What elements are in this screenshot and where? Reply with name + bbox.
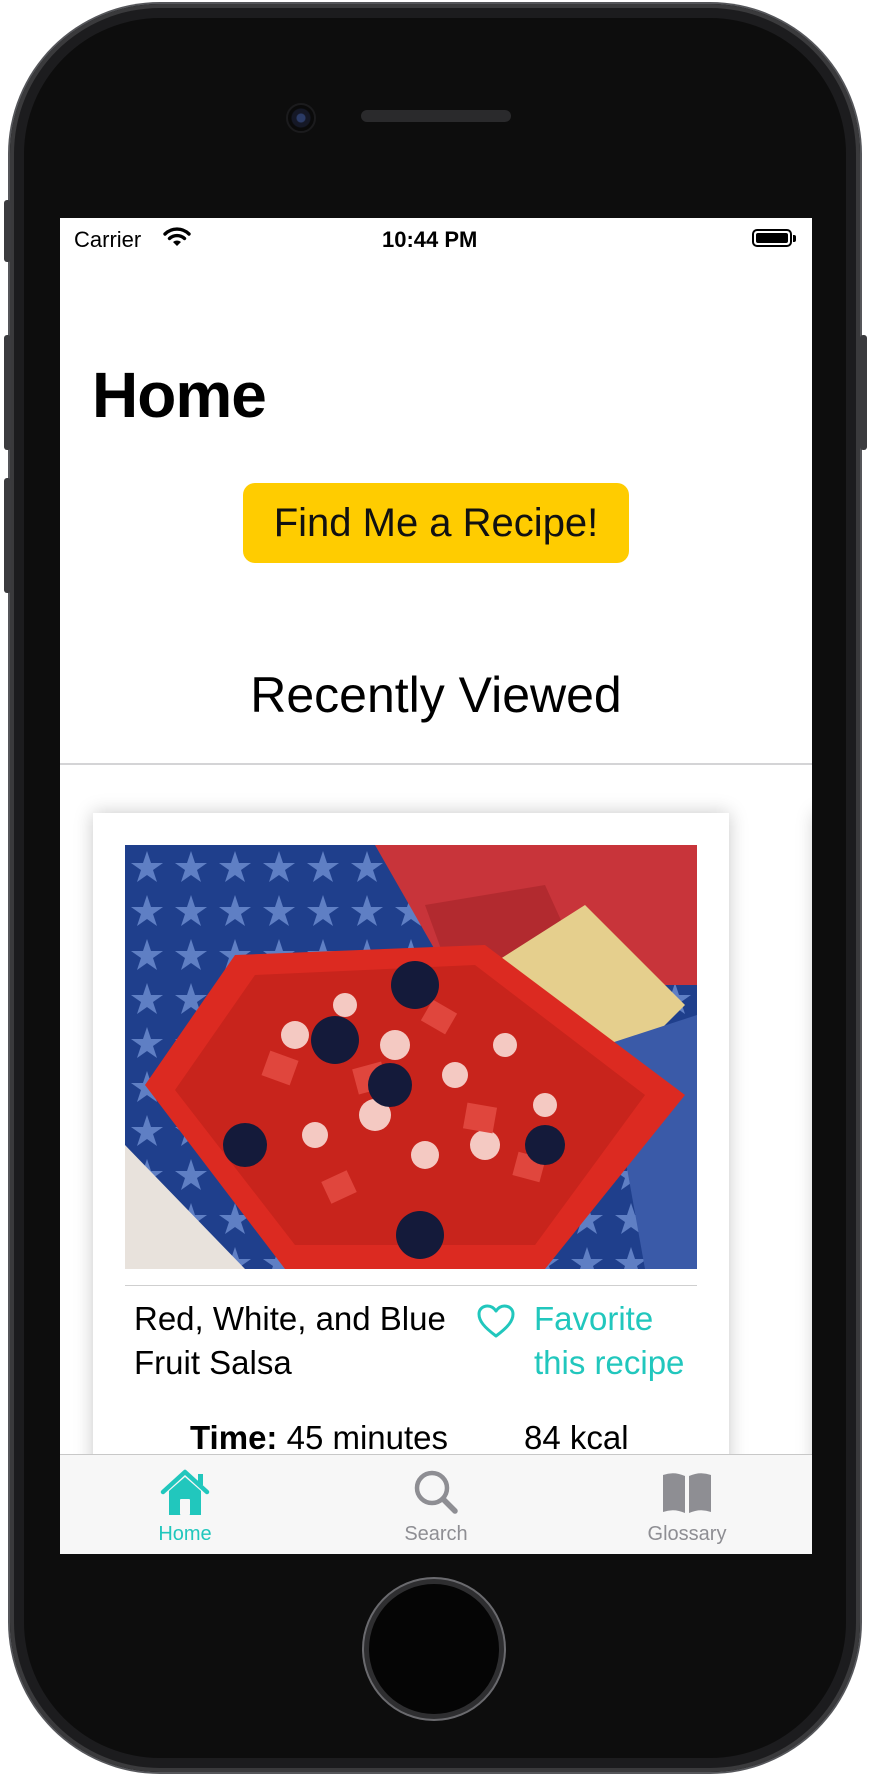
volume-down-button — [4, 478, 11, 593]
ringer-switch — [4, 200, 11, 262]
page-title: Home — [92, 359, 267, 431]
time-label: Time: — [190, 1419, 278, 1456]
favorite-recipe-link[interactable]: Favorite this recipe — [534, 1297, 704, 1385]
tab-search[interactable]: Search — [311, 1455, 561, 1554]
house-icon — [160, 1469, 210, 1515]
power-button — [860, 335, 867, 450]
carrier-label: Carrier — [74, 227, 142, 252]
heart-outline-icon[interactable] — [476, 1303, 516, 1339]
book-icon — [663, 1473, 711, 1513]
recipe-title[interactable]: Red, White, and Blue Fruit Salsa — [134, 1297, 464, 1385]
recently-viewed-carousel[interactable]: Red, White, and Blue Fruit Salsa Favorit… — [60, 765, 812, 1472]
time-value: 45 minutes — [286, 1419, 449, 1456]
status-time: 10:44 PM — [382, 227, 478, 252]
battery-icon — [752, 229, 796, 247]
wifi-icon — [163, 227, 191, 246]
recipe-photo[interactable] — [125, 845, 697, 1269]
recipe-time: Time: 45 minutes — [190, 1419, 448, 1457]
earpiece-speaker — [361, 110, 511, 122]
tab-home-label: Home — [158, 1523, 212, 1545]
tab-glossary-label: Glossary — [647, 1523, 727, 1545]
recently-viewed-heading: Recently Viewed — [250, 667, 622, 723]
status-bar: Carrier 10:44 PM — [60, 218, 812, 262]
find-recipe-button[interactable]: Find Me a Recipe! — [243, 483, 629, 563]
tab-glossary[interactable]: Glossary — [562, 1455, 812, 1554]
volume-up-button — [4, 335, 11, 450]
card-divider — [125, 1285, 697, 1286]
tab-home[interactable]: Home — [60, 1455, 310, 1554]
magnifier-icon — [414, 1470, 458, 1514]
phone-frame: Carrier 10:44 PM Home Find Me a Recipe! … — [0, 0, 871, 1776]
front-camera — [286, 103, 316, 133]
tab-search-label: Search — [404, 1523, 468, 1545]
recipe-calories: 84 kcal — [524, 1419, 629, 1456]
app-screen: Carrier 10:44 PM Home Find Me a Recipe! … — [60, 218, 812, 1554]
tab-bar: Home Search Glossary — [60, 1454, 812, 1554]
hardware-home-button[interactable] — [369, 1584, 499, 1714]
recipe-card[interactable]: Red, White, and Blue Fruit Salsa Favorit… — [93, 813, 729, 1472]
